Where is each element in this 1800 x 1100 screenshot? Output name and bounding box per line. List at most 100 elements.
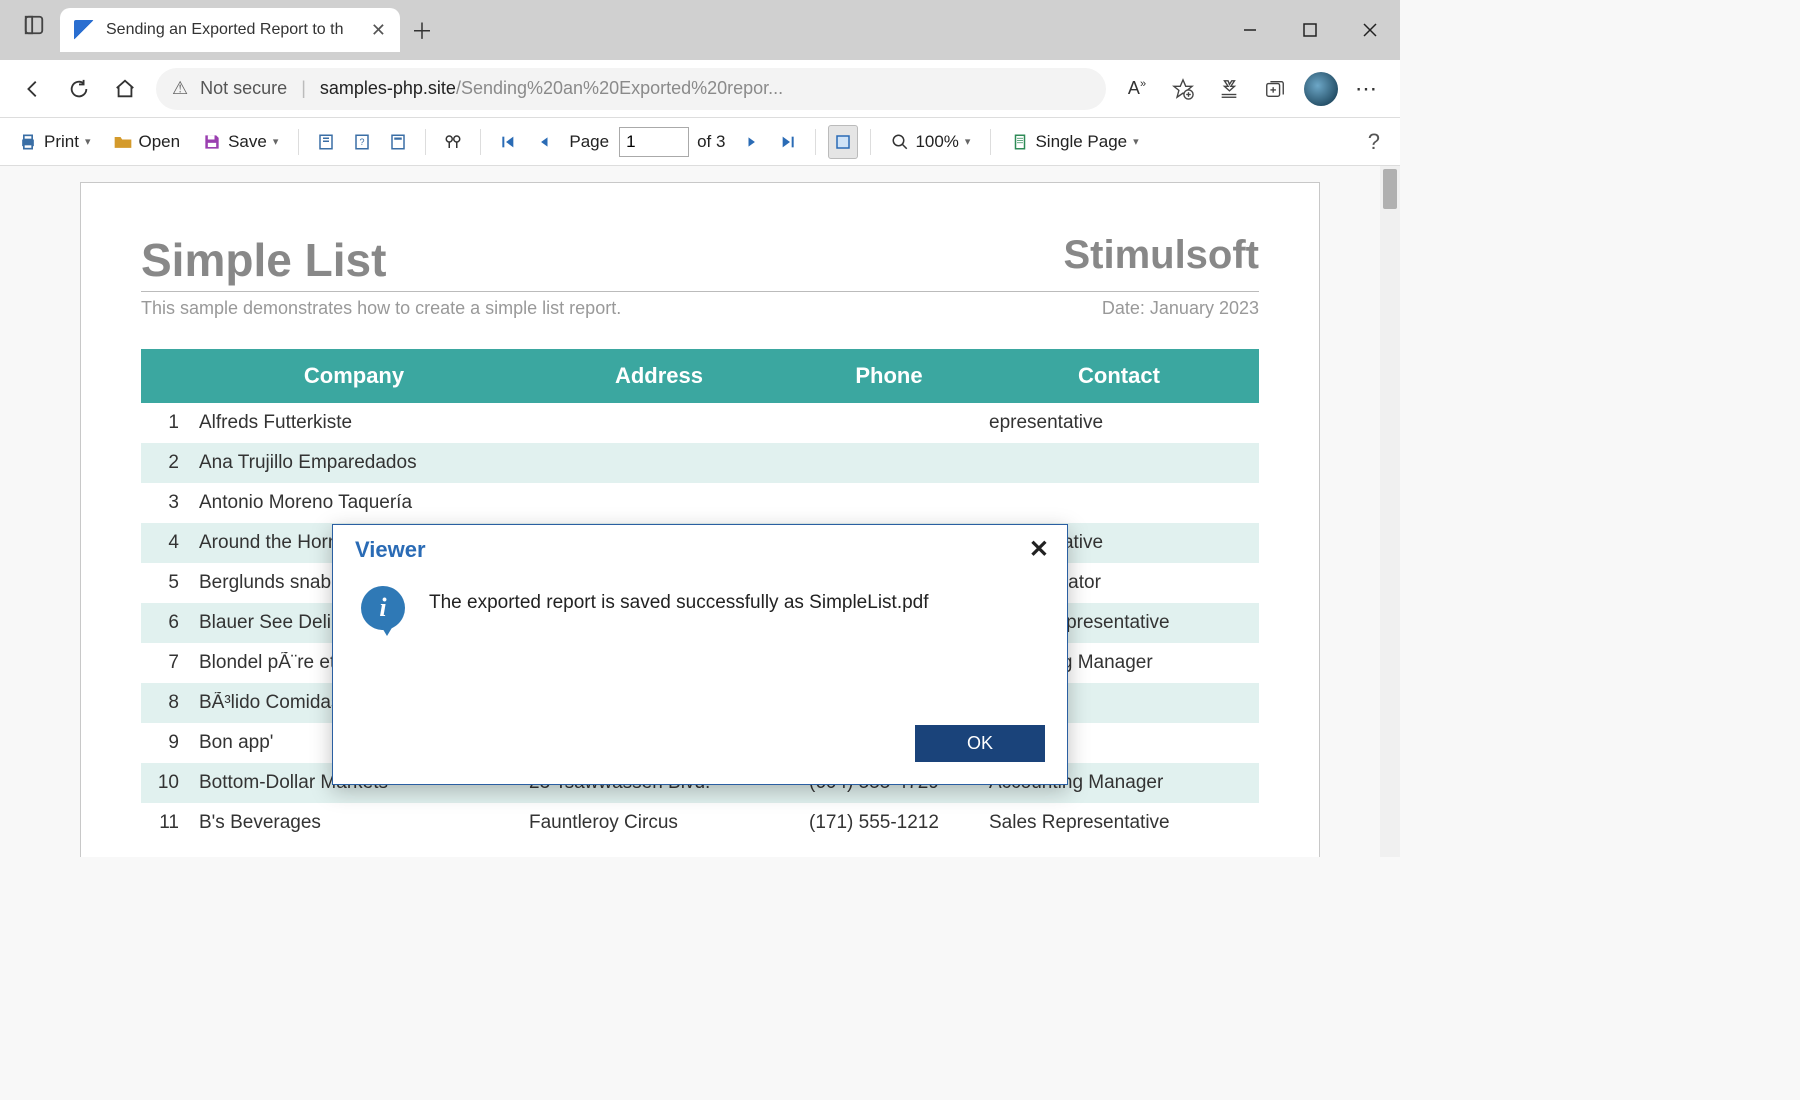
tab-actions-icon[interactable]	[14, 5, 54, 45]
col-address: Address	[519, 363, 799, 389]
read-aloud-button[interactable]: A»	[1114, 66, 1160, 112]
cell-index: 3	[141, 492, 189, 514]
printer-icon	[18, 132, 38, 152]
modal-title: Viewer	[355, 537, 426, 563]
browser-address-bar: ⚠ Not secure | samples-php.site /Sending…	[0, 60, 1400, 118]
col-phone: Phone	[799, 363, 979, 389]
save-button[interactable]: Save ▾	[194, 125, 286, 159]
table-row: 2Ana Trujillo Emparedados	[141, 443, 1259, 483]
print-button[interactable]: Print ▾	[10, 125, 99, 159]
security-label: Not secure	[200, 78, 287, 99]
collections-button[interactable]	[1252, 66, 1298, 112]
find-button[interactable]	[438, 125, 468, 159]
tab-favicon-icon	[74, 20, 94, 40]
favorites-list-button[interactable]	[1206, 66, 1252, 112]
browser-titlebar: Sending an Exported Report to th ✕ ＋	[0, 0, 1400, 60]
viewer-content: Simple List Stimulsoft This sample demon…	[0, 166, 1400, 857]
fullscreen-button[interactable]	[828, 125, 858, 159]
open-button[interactable]: Open	[105, 125, 189, 159]
view-mode-label: Single Page	[1035, 132, 1127, 152]
viewer-toolbar: Print ▾ Open Save ▾ ? Page of 3 100% ▾ S…	[0, 118, 1400, 166]
cell-index: 5	[141, 572, 189, 594]
new-tab-button[interactable]: ＋	[400, 8, 444, 52]
cell-contact: epresentative	[979, 412, 1259, 434]
report-brand: Stimulsoft	[1063, 233, 1259, 278]
window-minimize-button[interactable]	[1220, 0, 1280, 60]
help-button[interactable]: ?	[1368, 129, 1390, 155]
first-page-button[interactable]	[493, 125, 523, 159]
chevron-down-icon: ▾	[85, 135, 91, 148]
single-page-icon	[1011, 133, 1029, 151]
view-mode-button[interactable]: Single Page ▾	[1003, 125, 1146, 159]
parameters-button[interactable]: ?	[347, 125, 377, 159]
cell-index: 7	[141, 652, 189, 674]
table-row: 3Antonio Moreno Taquería	[141, 483, 1259, 523]
avatar-icon	[1304, 72, 1338, 106]
magnifier-icon	[891, 133, 909, 151]
refresh-button[interactable]	[56, 66, 102, 112]
zoom-button[interactable]: 100% ▾	[883, 125, 978, 159]
last-page-button[interactable]	[773, 125, 803, 159]
info-icon: i	[361, 586, 405, 630]
cell-index: 9	[141, 732, 189, 754]
cell-phone: (171) 555-1212	[799, 812, 979, 834]
info-modal: Viewer ✕ i The exported report is saved …	[332, 524, 1068, 785]
next-page-button[interactable]	[737, 125, 767, 159]
more-menu-button[interactable]: ⋯	[1344, 66, 1390, 112]
col-contact: Contact	[979, 363, 1259, 389]
cell-company: Ana Trujillo Emparedados	[189, 452, 519, 474]
col-company: Company	[189, 363, 519, 389]
page-number-input[interactable]	[619, 127, 689, 157]
ok-button[interactable]: OK	[915, 725, 1045, 762]
table-row: 1Alfreds Futterkiste epresentative	[141, 403, 1259, 443]
report-subtitle: This sample demonstrates how to create a…	[141, 298, 621, 319]
modal-message: The exported report is saved successfull…	[429, 586, 929, 614]
cell-address: Fauntleroy Circus	[519, 812, 799, 834]
cell-index: 6	[141, 612, 189, 634]
cell-index: 4	[141, 532, 189, 554]
cell-company: Antonio Moreno Taquería	[189, 492, 519, 514]
page-label: Page	[569, 132, 609, 152]
report-title: Simple List	[141, 233, 386, 287]
svg-text:?: ?	[360, 137, 365, 147]
address-input[interactable]: ⚠ Not secure | samples-php.site /Sending…	[156, 68, 1106, 110]
modal-close-button[interactable]: ✕	[1029, 535, 1049, 564]
vertical-scrollbar[interactable]	[1380, 166, 1400, 857]
chevron-down-icon: ▾	[1133, 135, 1139, 148]
url-path: /Sending%20an%20Exported%20repor...	[456, 78, 783, 99]
cell-company: B's Beverages	[189, 812, 519, 834]
browser-tab[interactable]: Sending an Exported Report to th ✕	[60, 8, 400, 52]
tab-close-icon[interactable]: ✕	[361, 20, 386, 41]
table-header: Company Address Phone Contact	[141, 349, 1259, 403]
security-warning-icon: ⚠	[172, 78, 188, 99]
cell-contact: Sales Representative	[979, 812, 1259, 834]
table-row: 11B's BeveragesFauntleroy Circus(171) 55…	[141, 803, 1259, 843]
open-label: Open	[139, 132, 181, 152]
zoom-level: 100%	[915, 132, 958, 152]
cell-index: 11	[141, 812, 189, 834]
save-label: Save	[228, 132, 267, 152]
back-button[interactable]	[10, 66, 56, 112]
save-icon	[202, 132, 222, 152]
profile-button[interactable]	[1298, 66, 1344, 112]
chevron-down-icon: ▾	[273, 135, 279, 148]
favorite-button[interactable]	[1160, 66, 1206, 112]
print-label: Print	[44, 132, 79, 152]
cell-index: 8	[141, 692, 189, 714]
url-host: samples-php.site	[320, 78, 456, 99]
page-total: of 3	[697, 132, 725, 152]
cell-company: Alfreds Futterkiste	[189, 412, 519, 434]
home-button[interactable]	[102, 66, 148, 112]
folder-icon	[113, 132, 133, 152]
resources-button[interactable]	[383, 125, 413, 159]
window-maximize-button[interactable]	[1280, 0, 1340, 60]
cell-index: 1	[141, 412, 189, 434]
bookmarks-panel-button[interactable]	[311, 125, 341, 159]
report-date: Date: January 2023	[1102, 298, 1259, 319]
window-close-button[interactable]	[1340, 0, 1400, 60]
cell-index: 10	[141, 772, 189, 794]
chevron-down-icon: ▾	[965, 135, 971, 148]
prev-page-button[interactable]	[529, 125, 559, 159]
tab-title: Sending an Exported Report to th	[106, 21, 344, 39]
scrollbar-thumb[interactable]	[1383, 169, 1397, 209]
